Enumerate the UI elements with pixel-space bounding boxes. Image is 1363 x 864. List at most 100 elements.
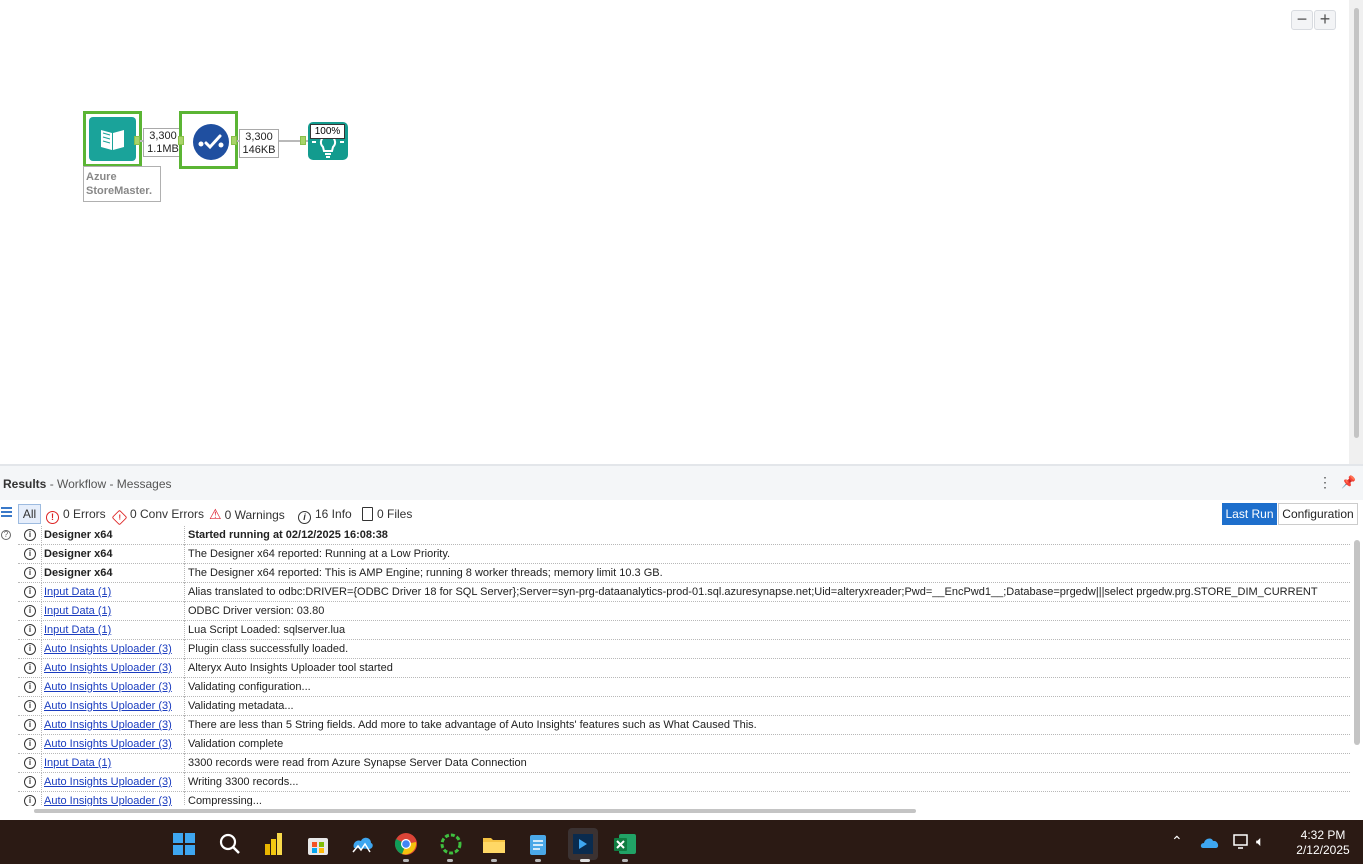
data-size: 146KB xyxy=(242,144,276,156)
volume-icon[interactable]: 🔈︎ xyxy=(1256,833,1264,850)
last-run-button[interactable]: Last Run xyxy=(1222,503,1277,525)
notepad-icon[interactable] xyxy=(526,832,550,856)
table-row[interactable]: i Auto Insights Uploader (3) Validating co… xyxy=(18,678,1350,697)
filter-info-label: 16 Info xyxy=(315,507,352,521)
filter-info[interactable]: i 16 Info xyxy=(298,506,352,524)
help-icon[interactable]: ? xyxy=(1,530,11,540)
info-icon: i xyxy=(298,511,311,524)
microsoft-store-icon[interactable] xyxy=(306,832,330,856)
filter-errors-label: 0 Errors xyxy=(63,507,106,521)
message-source[interactable]: Auto Insights Uploader (3) xyxy=(44,662,184,674)
network-icon[interactable] xyxy=(1233,834,1251,853)
zoom-out-button[interactable]: − xyxy=(1291,10,1313,30)
row-icon-cell: i xyxy=(18,659,42,678)
info-icon: i xyxy=(24,700,36,712)
power-bi-icon[interactable] xyxy=(262,832,286,856)
info-icon: i xyxy=(24,738,36,750)
azure-data-studio-icon[interactable] xyxy=(350,832,374,856)
message-source[interactable]: Auto Insights Uploader (3) xyxy=(44,795,184,806)
scrollbar-thumb[interactable] xyxy=(1354,8,1359,438)
more-options-icon[interactable]: ⋮ xyxy=(1318,474,1332,491)
filter-warnings[interactable]: ⚠ 0 Warnings xyxy=(209,506,285,522)
cell-divider xyxy=(184,773,185,792)
message-source[interactable]: Auto Insights Uploader (3) xyxy=(44,776,184,788)
chevron-up-icon[interactable]: ⌃ xyxy=(1171,833,1183,850)
messages-table: ? i Designer x64 Started running at 02/12/… xyxy=(0,526,1363,806)
filter-files[interactable]: 0 Files xyxy=(362,506,412,522)
table-row[interactable]: i Designer x64 The Designer x64 reported: … xyxy=(18,545,1350,564)
cell-divider xyxy=(184,754,185,773)
row-icon-cell: i xyxy=(18,754,42,773)
cell-divider xyxy=(184,659,185,678)
filter-conv-errors-label: 0 Conv Errors xyxy=(130,507,205,521)
onedrive-icon[interactable] xyxy=(1200,835,1220,852)
message-source[interactable]: Auto Insights Uploader (3) xyxy=(44,719,184,731)
message-text: Writing 3300 records... xyxy=(188,776,299,788)
message-text: Alias translated to odbc:DRIVER={ODBC Dr… xyxy=(188,586,1318,598)
file-icon xyxy=(362,507,373,521)
cell-divider xyxy=(184,792,185,806)
select-tool[interactable] xyxy=(179,111,238,169)
tool-caption: Azure StoreMaster. xyxy=(83,166,161,202)
conv-error-icon: ! xyxy=(111,509,128,526)
clock-time: 4:32 PM xyxy=(1300,828,1346,842)
cell-divider xyxy=(184,640,185,659)
message-source[interactable]: Input Data (1) xyxy=(44,757,184,769)
info-icon: i xyxy=(24,776,36,788)
alteryx-designer-icon[interactable] xyxy=(568,828,598,860)
filter-conv-errors[interactable]: ! 0 Conv Errors xyxy=(111,506,205,526)
filter-warnings-label: 0 Warnings xyxy=(224,508,285,522)
cell-divider xyxy=(184,716,185,735)
windows-start-icon[interactable] xyxy=(172,832,196,856)
filter-errors[interactable]: ! 0 Errors xyxy=(46,506,106,524)
pin-icon[interactable]: 📌 xyxy=(1341,475,1356,489)
canvas-vertical-scrollbar[interactable] xyxy=(1349,0,1363,464)
search-icon[interactable] xyxy=(218,832,242,856)
windows-taskbar: ⌃ 🔈︎ 4:32 PM 2/12/2025 xyxy=(0,820,1363,864)
table-row[interactable]: i Input Data (1) Alias translated to odbc:… xyxy=(18,583,1350,602)
message-source[interactable]: Auto Insights Uploader (3) xyxy=(44,700,184,712)
system-clock[interactable]: 4:32 PM 2/12/2025 xyxy=(1290,828,1356,858)
messages-vertical-scrollbar[interactable] xyxy=(1354,540,1360,745)
message-text: Lua Script Loaded: sqlserver.lua xyxy=(188,624,346,636)
table-row[interactable]: i Auto Insights Uploader (3) Validating me… xyxy=(18,697,1350,716)
info-icon: i xyxy=(24,529,36,541)
data-size: 1.1MB xyxy=(147,143,179,155)
configuration-button[interactable]: Configuration xyxy=(1278,503,1358,525)
zoom-in-button[interactable]: + xyxy=(1314,10,1336,30)
table-row[interactable]: i Auto Insights Uploader (3) Alteryx Auto … xyxy=(18,659,1350,678)
filter-all-button[interactable]: All xyxy=(18,504,41,524)
table-row[interactable]: i Input Data (1) 3300 records were read fr… xyxy=(18,754,1350,773)
info-icon: i xyxy=(24,681,36,693)
auto-insights-uploader-tool[interactable]: 100% xyxy=(308,122,348,160)
message-source[interactable]: Input Data (1) xyxy=(44,605,184,617)
file-explorer-icon[interactable] xyxy=(482,832,506,856)
messages-horizontal-scrollbar[interactable] xyxy=(34,809,916,813)
message-source[interactable]: Input Data (1) xyxy=(44,586,184,598)
table-row[interactable]: i Auto Insights Uploader (3) There are les… xyxy=(18,716,1350,735)
list-view-icon[interactable] xyxy=(1,507,12,518)
input-anchor[interactable] xyxy=(300,136,306,145)
message-text: Validating configuration... xyxy=(188,681,311,693)
table-row[interactable]: i Input Data (1) ODBC Driver version: 03.8… xyxy=(18,602,1350,621)
message-source[interactable]: Auto Insights Uploader (3) xyxy=(44,643,184,655)
table-row[interactable]: i Designer x64 Started running at 02/12/20… xyxy=(18,526,1350,545)
input-anchor[interactable] xyxy=(178,136,184,145)
table-row[interactable]: i Auto Insights Uploader (3) Validation co… xyxy=(18,735,1350,754)
table-row[interactable]: i Designer x64 The Designer x64 reported: … xyxy=(18,564,1350,583)
clock-date: 2/12/2025 xyxy=(1296,843,1350,857)
table-row[interactable]: i Auto Insights Uploader (3) Writing 3300 … xyxy=(18,773,1350,792)
table-row[interactable]: i Auto Insights Uploader (3) Compressing..… xyxy=(18,792,1350,806)
chrome-icon[interactable] xyxy=(394,832,418,856)
message-source[interactable]: Auto Insights Uploader (3) xyxy=(44,681,184,693)
sync-app-icon[interactable] xyxy=(439,832,463,856)
workflow-canvas[interactable]: − + 3,300 1.1MB Azure StoreMaster. 3,300… xyxy=(0,0,1349,464)
message-source[interactable]: Auto Insights Uploader (3) xyxy=(44,738,184,750)
error-icon: ! xyxy=(46,511,59,524)
table-row[interactable]: i Auto Insights Uploader (3) Plugin class … xyxy=(18,640,1350,659)
table-row[interactable]: i Input Data (1) Lua Script Loaded: sqlser… xyxy=(18,621,1350,640)
message-source[interactable]: Input Data (1) xyxy=(44,624,184,636)
excel-icon[interactable] xyxy=(613,832,637,856)
alteryx-designer-window: − + 3,300 1.1MB Azure StoreMaster. 3,300… xyxy=(0,0,1363,864)
record-count: 3,300 xyxy=(149,130,177,142)
